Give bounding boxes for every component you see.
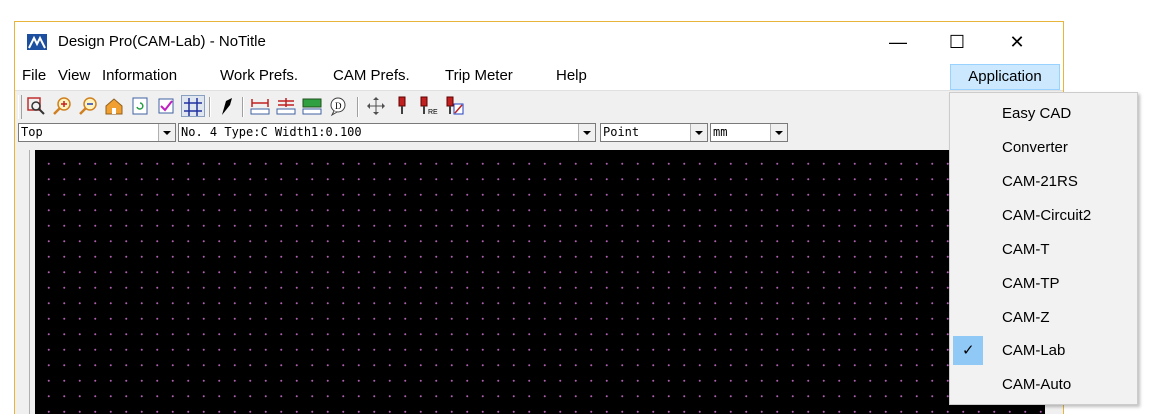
- tool-re-icon: RE: [420, 96, 438, 116]
- tool-icon: [398, 96, 406, 114]
- measure-area-button[interactable]: [301, 95, 325, 117]
- menu-file[interactable]: File: [22, 67, 46, 84]
- zoom-in-icon: [53, 97, 71, 115]
- app-menu-item-cam-z[interactable]: CAM-Z: [950, 301, 1137, 334]
- close-button[interactable]: ✕: [994, 22, 1040, 62]
- move-icon: [367, 97, 385, 115]
- drawing-canvas[interactable]: [35, 150, 1045, 414]
- grid-icon: [184, 98, 202, 116]
- layer-select-value: Top: [21, 125, 43, 139]
- tool-red-icon: [446, 96, 464, 115]
- measure-area-icon: [302, 98, 322, 115]
- zoom-window-button[interactable]: [25, 95, 49, 117]
- app-menu-item-cam-lab[interactable]: ✓ CAM-Lab: [950, 334, 1137, 367]
- check-icon: ✓: [962, 342, 975, 359]
- snap-select-value: Point: [603, 125, 640, 139]
- check-highlight: ✓: [953, 336, 983, 365]
- snap-select[interactable]: Point: [600, 123, 708, 142]
- menu-help[interactable]: Help: [556, 67, 587, 84]
- minimize-button[interactable]: —: [875, 22, 921, 62]
- move-button[interactable]: [365, 95, 389, 117]
- toolbar-separator: [242, 97, 244, 117]
- app-menu-item-label: CAM-21RS: [1002, 173, 1078, 190]
- app-menu-item-label: Converter: [1002, 139, 1068, 156]
- tool-red-button[interactable]: [443, 95, 467, 117]
- zoom-in-button[interactable]: [51, 95, 75, 117]
- measure-horizontal-button[interactable]: [249, 95, 273, 117]
- app-menu-item-cam-tp[interactable]: CAM-TP: [950, 267, 1137, 300]
- menu-work-prefs[interactable]: Work Prefs.: [220, 67, 298, 84]
- app-menu-item-cam-t[interactable]: CAM-T: [950, 233, 1137, 266]
- maximize-button[interactable]: ☐: [934, 22, 980, 62]
- app-menu-item-label: Easy CAD: [1002, 105, 1072, 122]
- check-icon: [158, 98, 174, 114]
- app-menu-item-easy-cad[interactable]: Easy CAD: [950, 97, 1137, 130]
- chevron-down-icon[interactable]: [578, 124, 595, 141]
- refresh-button[interactable]: [129, 95, 153, 117]
- menu-view[interactable]: View: [58, 67, 90, 84]
- menu-information[interactable]: Information: [102, 67, 177, 84]
- chevron-down-icon[interactable]: [158, 124, 175, 141]
- menu-application[interactable]: Application: [950, 64, 1060, 90]
- zoom-window-icon: [27, 97, 45, 115]
- app-menu-item-label: CAM-TP: [1002, 275, 1060, 292]
- measure-distance-icon: [276, 98, 296, 115]
- chevron-down-icon[interactable]: [770, 124, 787, 141]
- combo-bar: Top No. 4 Type:C Width1:0.100 Point mm: [15, 122, 1063, 144]
- window-title: Design Pro(CAM-Lab) - NoTitle: [58, 33, 266, 50]
- app-menu-item-cam-21rs[interactable]: CAM-21RS: [950, 165, 1137, 198]
- pen-icon: [222, 98, 232, 115]
- measure-distance-button[interactable]: [275, 95, 299, 117]
- app-logo-icon: [27, 34, 47, 50]
- chevron-down-icon[interactable]: [690, 124, 707, 141]
- toolbar: D RE: [15, 90, 1063, 122]
- home-view-icon: [105, 98, 123, 115]
- toolbar-separator: [209, 97, 211, 117]
- menu-bar: File View Information Work Prefs. CAM Pr…: [15, 62, 1063, 90]
- menu-trip-meter[interactable]: Trip Meter: [445, 67, 513, 84]
- grid-button[interactable]: [181, 95, 205, 117]
- layer-select[interactable]: Top: [18, 123, 176, 142]
- main-window: Design Pro(CAM-Lab) - NoTitle — ☐ ✕ File…: [14, 21, 1064, 414]
- tool-re-button[interactable]: RE: [417, 95, 441, 117]
- refresh-icon: [132, 97, 148, 115]
- zoom-out-icon: [79, 97, 97, 115]
- menu-cam-prefs[interactable]: CAM Prefs.: [333, 67, 410, 84]
- svg-text:RE: RE: [428, 109, 438, 116]
- app-menu-item-cam-auto[interactable]: CAM-Auto: [950, 368, 1137, 401]
- tool-button[interactable]: [391, 95, 415, 117]
- app-menu-item-converter[interactable]: Converter: [950, 131, 1137, 164]
- home-view-button[interactable]: [103, 95, 127, 117]
- app-menu-item-label: CAM-Z: [1002, 309, 1050, 326]
- svg-text:D: D: [335, 101, 342, 111]
- check-button[interactable]: [155, 95, 179, 117]
- app-menu-item-label: CAM-T: [1002, 241, 1050, 258]
- zoom-out-button[interactable]: [77, 95, 101, 117]
- toolbar-separator: [357, 97, 359, 117]
- toolbar-grip[interactable]: [18, 95, 22, 119]
- unit-select[interactable]: mm: [710, 123, 788, 142]
- pen-button[interactable]: [216, 95, 240, 117]
- info-bubble-icon: D: [330, 97, 346, 117]
- measure-horizontal-icon: [250, 99, 270, 115]
- app-menu-item-cam-circuit2[interactable]: CAM-Circuit2: [950, 199, 1137, 232]
- application-menu: Easy CAD Converter CAM-21RS CAM-Circuit2…: [949, 92, 1138, 405]
- unit-select-value: mm: [713, 125, 728, 139]
- app-menu-item-label: CAM-Auto: [1002, 376, 1072, 393]
- canvas-area: [15, 144, 1063, 414]
- tool-select-value: No. 4 Type:C Width1:0.100: [181, 125, 362, 139]
- info-bubble-button[interactable]: D: [327, 95, 351, 117]
- title-bar[interactable]: Design Pro(CAM-Lab) - NoTitle — ☐ ✕: [15, 22, 1063, 62]
- app-menu-item-label: CAM-Circuit2: [1002, 207, 1092, 224]
- tool-select[interactable]: No. 4 Type:C Width1:0.100: [178, 123, 596, 142]
- app-menu-item-label: CAM-Lab: [1002, 342, 1066, 359]
- canvas-ruler-line: [29, 150, 30, 414]
